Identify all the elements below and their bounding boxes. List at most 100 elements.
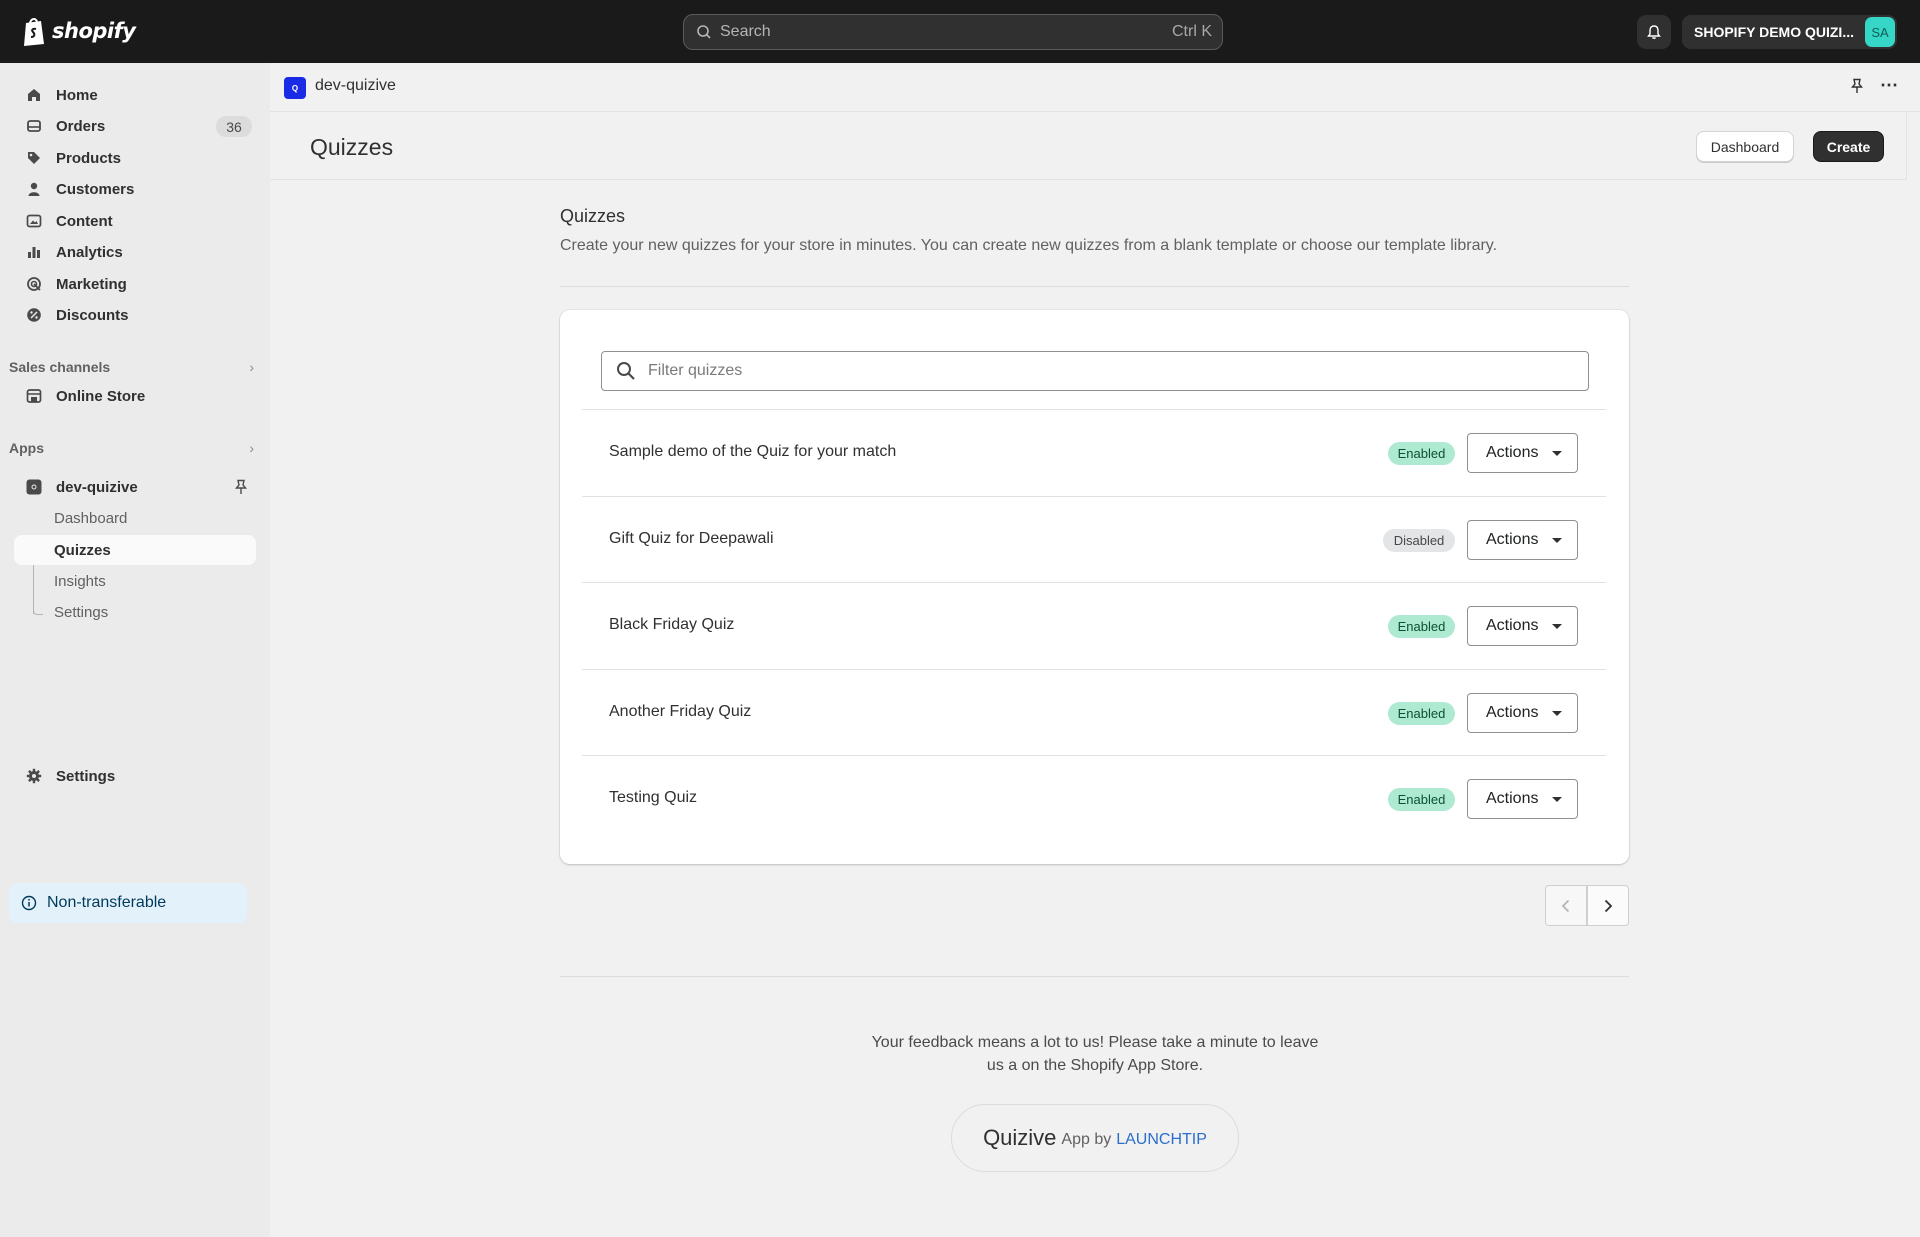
actions-label: Actions [1486,444,1539,461]
sidebar-item-label: Content [56,212,113,230]
create-button[interactable]: Create [1813,131,1884,162]
sidebar-item-label: dev-quizive [56,478,138,496]
quiz-row[interactable]: Sample demo of the Quiz for your match E… [582,409,1606,495]
quiz-row[interactable]: Gift Quiz for Deepawali Disabled Actions [582,496,1606,582]
quiz-title[interactable]: Another Friday Quiz [609,703,751,721]
feedback-text: Your feedback means a lot to us! Please … [860,1031,1330,1077]
logo-text: shopify [52,19,136,43]
sidebar-item-label: Settings [56,767,116,785]
sidebar-subitem-insights[interactable]: Insights [14,566,256,596]
sidebar: Home Orders 36 Products Customers Conten… [0,63,270,1237]
sidebar-subitem-label: Settings [54,603,109,621]
store-menu-button[interactable]: SHOPIFY DEMO QUIZI... SA [1682,15,1897,49]
scroll-edge [1906,112,1907,180]
sidebar-item-label: Home [56,86,98,104]
sidebar-item-customers[interactable]: Customers [14,174,256,204]
pin-icon[interactable] [234,479,248,500]
top-bar: shopify Search Ctrl K SHOPIFY DEMO QUIZI… [0,0,1920,63]
info-icon [21,895,37,911]
filter-placeholder: Filter quizzes [648,362,743,379]
caret-down-icon [1552,538,1562,543]
actions-button[interactable]: Actions [1467,433,1578,473]
brand-badge: Quizive App by LAUNCHTIP [951,1104,1239,1172]
sidebar-subitem-dashboard[interactable]: Dashboard [14,503,256,533]
actions-label: Actions [1486,704,1539,721]
sidebar-item-label: Marketing [56,275,127,293]
actions-button[interactable]: Actions [1467,779,1578,819]
apps-header[interactable]: Apps › [9,437,254,459]
quizzes-card: Filter quizzes Sample demo of the Quiz f… [560,310,1629,864]
brand-by-text: App by [1061,1131,1112,1148]
sales-channels-header[interactable]: Sales channels › [9,356,254,378]
home-icon [26,87,42,103]
sidebar-item-discounts[interactable]: Discounts [14,300,256,330]
chevron-right-icon: › [249,440,254,456]
status-badge: Enabled [1388,442,1455,465]
search-placeholder: Search [720,23,771,40]
sidebar-item-label: Discounts [56,306,129,324]
previous-page-button[interactable] [1545,885,1587,926]
chevron-left-icon [1561,899,1570,912]
tag-icon [26,150,42,166]
search-shortcut: Ctrl K [1172,23,1212,40]
more-options-icon[interactable]: ⋯ [1880,75,1898,96]
quiz-title[interactable]: Black Friday Quiz [609,616,734,634]
sidebar-subitem-label: Quizzes [54,541,111,559]
pin-icon[interactable] [1850,77,1864,100]
quiz-row[interactable]: Black Friday Quiz Enabled Actions [582,582,1606,668]
sidebar-item-label: Products [56,149,122,167]
launchtip-link[interactable]: LAUNCHTIP [1116,1131,1207,1149]
sales-channels-label: Sales channels [9,359,111,375]
section-title: Quizzes [560,206,626,226]
quiz-title[interactable]: Gift Quiz for Deepawali [609,530,774,548]
caret-down-icon [1552,711,1562,716]
sidebar-item-home[interactable]: Home [14,80,256,110]
divider [560,976,1629,977]
sidebar-subitem-quizzes[interactable]: Quizzes [14,535,256,565]
caret-down-icon [1552,451,1562,456]
sidebar-item-analytics[interactable]: Analytics [14,237,256,267]
status-badge: Enabled [1388,702,1455,725]
quiz-row[interactable]: Another Friday Quiz Enabled Actions [582,669,1606,755]
sidebar-item-dev-quizive[interactable]: dev-quizive [14,472,256,502]
dashboard-button[interactable]: Dashboard [1696,131,1794,162]
sidebar-item-label: Customers [56,180,135,198]
shopify-logo[interactable]: shopify [22,16,136,46]
global-search[interactable]: Search Ctrl K [683,14,1223,50]
page-title: Quizzes [310,134,394,160]
status-badge: Disabled [1383,529,1455,552]
caret-down-icon [1552,624,1562,629]
actions-button[interactable]: Actions [1467,693,1578,733]
actions-button[interactable]: Actions [1467,606,1578,646]
sidebar-item-products[interactable]: Products [14,143,256,173]
bell-icon [1647,25,1661,39]
quiz-title[interactable]: Testing Quiz [609,789,697,807]
actions-label: Actions [1486,617,1539,634]
non-transferable-label: Non-transferable [47,894,167,911]
search-icon [697,25,711,39]
sidebar-item-online-store[interactable]: Online Store [14,381,256,411]
gear-icon [26,768,42,784]
avatar: SA [1865,17,1895,47]
actions-label: Actions [1486,790,1539,807]
chevron-right-icon: › [249,359,254,375]
actions-button[interactable]: Actions [1467,520,1578,560]
filter-quizzes-input[interactable]: Filter quizzes [601,351,1589,391]
non-transferable-banner[interactable]: Non-transferable [9,883,247,923]
person-icon [26,181,42,197]
sidebar-item-content[interactable]: Content [14,206,256,236]
caret-down-icon [1552,797,1562,802]
sidebar-subitem-settings[interactable]: Settings [14,597,256,627]
sidebar-item-orders[interactable]: Orders 36 [14,111,256,141]
sidebar-item-marketing[interactable]: Marketing [14,269,256,299]
notifications-button[interactable] [1637,15,1671,49]
sidebar-item-settings[interactable]: Settings [14,761,256,791]
next-page-button[interactable] [1587,885,1629,926]
feedback-line-2: us a on the Shopify App Store. [986,1057,1204,1074]
quiz-title[interactable]: Sample demo of the Quiz for your match [609,443,896,461]
section-description: Create your new quizzes for your store i… [560,237,1498,254]
quiz-row[interactable]: Testing Quiz Enabled Actions [582,755,1606,841]
content-icon [26,213,42,229]
shopify-bag-icon [24,18,44,46]
store-icon [26,388,42,404]
